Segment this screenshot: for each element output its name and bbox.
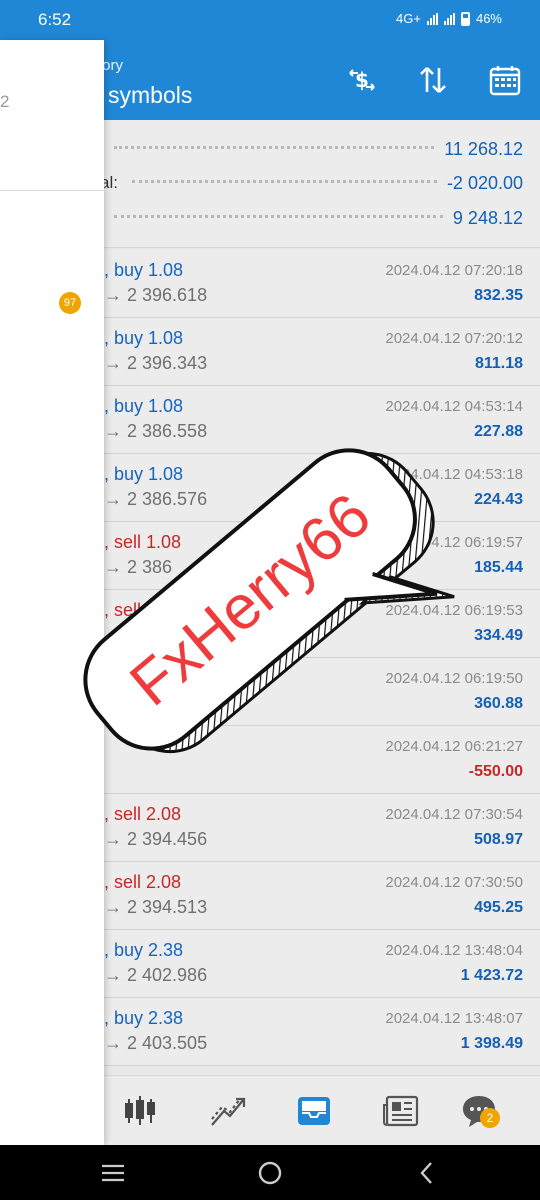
- deal-time: 2024.04.12 13:48:04: [385, 942, 523, 959]
- summary-row: 11 268.12: [100, 134, 523, 164]
- deal-type: sell: [114, 600, 142, 620]
- deal-price: → 2 386.576: [104, 489, 208, 509]
- deal-price: → 2 386.558: [104, 421, 208, 441]
- drawer-badge: 97: [59, 292, 81, 314]
- deal-profit: 360.88: [474, 695, 523, 712]
- deal-type: buy 2.38: [114, 940, 184, 960]
- summary-value: -2 020.00: [446, 172, 523, 193]
- side-drawer: 2 97: [0, 40, 104, 1145]
- deal-type: buy 1.08: [114, 396, 184, 416]
- sort-button[interactable]: [413, 60, 453, 100]
- recent-apps-button[interactable]: [93, 1157, 133, 1189]
- deal-profit: 495.25: [474, 899, 523, 916]
- deal-time: 2024.04.12 06:19:57: [385, 534, 523, 551]
- dollar-exchange-icon: $: [349, 68, 375, 92]
- deal-type: sell 1.08: [114, 532, 182, 552]
- drawer-divider: [0, 190, 104, 191]
- svg-text:$: $: [355, 68, 369, 92]
- history-icon: [298, 1097, 330, 1125]
- deal-profit: 508.97: [474, 831, 523, 848]
- nav-chat[interactable]: 2: [454, 1086, 504, 1136]
- nav-news[interactable]: [376, 1086, 426, 1136]
- deal-type: buy 1.08: [114, 464, 184, 484]
- deal-time: 2024.04.12 06:21:27: [385, 738, 523, 755]
- back-icon: [420, 1162, 432, 1184]
- deal-profit: 1 423.72: [460, 967, 523, 984]
- summary-row: al: -2 020.00: [100, 168, 523, 198]
- deal-profit: 224.43: [474, 491, 523, 508]
- deal-time: 2024.04.12 04:53:14: [385, 398, 523, 415]
- deal-profit: 832.35: [474, 287, 523, 304]
- drawer-text-fragment: 2: [0, 92, 10, 111]
- app-bar-title: symbols: [108, 82, 193, 108]
- deal-profit: 227.88: [474, 423, 523, 440]
- home-button[interactable]: [250, 1157, 290, 1189]
- network-label: 4G+: [396, 11, 421, 26]
- summary-value: 11 268.12: [444, 138, 523, 159]
- deal-time: 2024.04.12 07:30:50: [385, 874, 523, 891]
- battery-icon: [460, 11, 470, 26]
- calendar-icon: [489, 66, 521, 96]
- deal-time: 2024.04.12 06:19:53: [385, 602, 523, 619]
- chat-badge: 2: [480, 1108, 500, 1128]
- deal-type: sell 2.08: [114, 872, 182, 892]
- signal-icon: [426, 12, 438, 25]
- nav-chart[interactable]: [203, 1086, 253, 1136]
- system-navigation-bar: [0, 1145, 540, 1200]
- news-icon: [383, 1095, 419, 1127]
- summary-value: 9 248.12: [452, 207, 523, 228]
- status-time: 6:52: [38, 10, 72, 29]
- deal-profit: 334.49: [474, 627, 523, 644]
- deal-time: 2024.04.12 07:30:54: [385, 806, 523, 823]
- nav-history[interactable]: [289, 1086, 339, 1136]
- deal-price: → 2 396.343: [104, 353, 208, 373]
- quotes-icon: [125, 1096, 155, 1125]
- deal-type: buy 1.08: [114, 328, 184, 348]
- status-bar: 6:52 4G+ 46%: [0, 0, 540, 40]
- sort-icon: [420, 67, 446, 93]
- deal-type: buy 2.38: [114, 1008, 184, 1028]
- deal-profit: 811.18: [474, 355, 523, 372]
- deal-price: → 2 403.505: [104, 1033, 208, 1053]
- deal-profit: 1 398.49: [460, 1035, 523, 1052]
- home-icon: [258, 1161, 282, 1185]
- deal-price: → 2 394.513: [104, 897, 208, 917]
- deal-time: 2024.04.12 13:48:07: [385, 1010, 523, 1027]
- deal-time: 2024.04.12 04:53:18: [385, 466, 523, 483]
- summary-row: 9 248.12: [100, 203, 523, 233]
- deal-profit: 185.44: [474, 559, 523, 576]
- signal-icon-2: [443, 12, 455, 25]
- deal-profit: -550.00: [468, 763, 523, 780]
- deal-price: → 2 396.618: [104, 285, 208, 305]
- back-button[interactable]: [407, 1157, 447, 1189]
- chart-icon: [211, 1097, 246, 1126]
- dollar-exchange-button[interactable]: $: [342, 60, 382, 100]
- battery-level: 46%: [475, 11, 502, 26]
- deal-price: → 2 394.456: [104, 829, 208, 849]
- deal-time: 2024.04.12 06:19:50: [385, 670, 523, 687]
- status-icons: 4G+ 46%: [396, 11, 502, 26]
- deal-price: → 2 386: [104, 557, 173, 577]
- calendar-button[interactable]: [485, 60, 525, 100]
- deal-price: → 2 402.986: [104, 965, 208, 985]
- deal-time: 2024.04.12 07:20:12: [385, 330, 523, 347]
- deal-time: 2024.04.12 07:20:18: [385, 262, 523, 279]
- deal-type: sell 2.08: [114, 804, 182, 824]
- menu-icon: [102, 1164, 124, 1182]
- nav-quotes[interactable]: [115, 1086, 165, 1136]
- deal-type: buy 1.08: [114, 260, 184, 280]
